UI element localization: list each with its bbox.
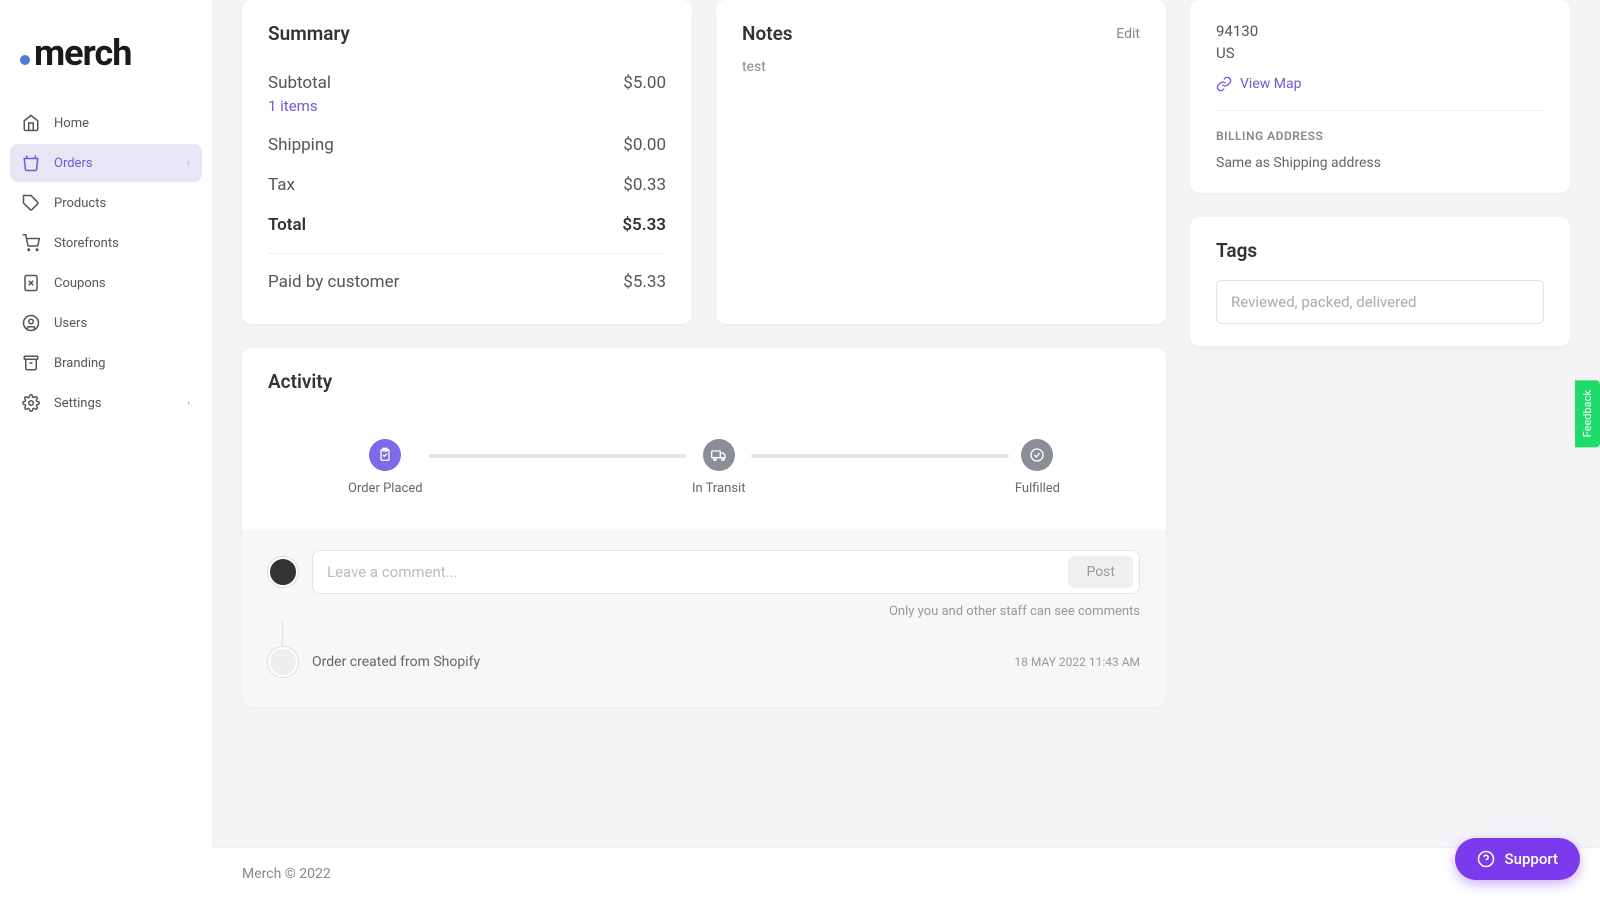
log-date: 18 MAY 2022 11:43 AM [1014, 655, 1140, 669]
tag-icon [22, 194, 40, 212]
paid-value: $5.33 [623, 272, 666, 292]
tags-title: Tags [1216, 239, 1544, 262]
comment-area: Post Only you and other staff can see co… [242, 530, 1166, 707]
step-label: Order Placed [348, 481, 423, 496]
home-icon [22, 114, 40, 132]
address-country: US [1216, 44, 1544, 62]
sidebar-item-home[interactable]: Home [10, 104, 202, 142]
notes-body: test [742, 59, 1140, 75]
summary-card: Summary Subtotal 1 items $5.00 Shipping [242, 0, 692, 324]
bag-icon [22, 154, 40, 172]
sidebar-item-label: Users [54, 316, 87, 331]
receipt-icon [22, 274, 40, 292]
notes-card: Notes Edit test [716, 0, 1166, 324]
archive-icon [22, 354, 40, 372]
sidebar-item-branding[interactable]: Branding [10, 344, 202, 382]
footer-text: Merch © 2022 [242, 866, 331, 882]
sidebar-item-label: Home [54, 116, 89, 131]
address-card: 94130 US View Map BILLING ADDRESS Same a… [1190, 0, 1570, 193]
support-label: Support [1505, 850, 1558, 868]
total-value: $5.33 [622, 215, 666, 235]
step-in-transit: In Transit [692, 439, 746, 496]
truck-icon [703, 439, 735, 471]
cart-icon [22, 234, 40, 252]
logo-dot-icon [20, 55, 30, 65]
log-text: Order created from Shopify [312, 654, 480, 670]
logo-text: merch [34, 32, 131, 74]
footer: Merch © 2022 [212, 847, 1600, 900]
sidebar-item-orders[interactable]: Orders › [10, 144, 202, 182]
sidebar-item-label: Storefronts [54, 236, 119, 251]
billing-text: Same as Shipping address [1216, 155, 1544, 171]
view-map-link[interactable]: View Map [1216, 76, 1544, 111]
comment-input-wrap: Post [312, 550, 1140, 594]
step-fulfilled: Fulfilled [1015, 439, 1060, 496]
step-label: Fulfilled [1015, 481, 1060, 496]
tags-input[interactable] [1216, 280, 1544, 324]
tags-card: Tags [1190, 217, 1570, 346]
check-circle-icon [1021, 439, 1053, 471]
sidebar: merch Home Orders › Products Storefronts… [0, 0, 212, 900]
feedback-tab[interactable]: Feedback [1575, 380, 1600, 447]
sidebar-item-products[interactable]: Products [10, 184, 202, 222]
total-label: Total [268, 215, 306, 235]
sidebar-item-users[interactable]: Users [10, 304, 202, 342]
notes-title: Notes [742, 22, 793, 45]
comment-hint: Only you and other staff can see comment… [268, 604, 1140, 619]
address-postal: 94130 [1216, 22, 1544, 40]
gear-icon [22, 394, 40, 412]
subtotal-label: Subtotal [268, 73, 331, 93]
avatar [268, 647, 298, 677]
support-button[interactable]: Support [1455, 838, 1580, 880]
shipping-label: Shipping [268, 135, 334, 155]
notes-edit-button[interactable]: Edit [1116, 26, 1140, 42]
divider [268, 253, 666, 254]
link-icon [1216, 76, 1232, 92]
sidebar-item-coupons[interactable]: Coupons [10, 264, 202, 302]
chevron-right-icon: › [187, 158, 190, 169]
shipping-value: $0.00 [623, 135, 666, 155]
sidebar-item-label: Products [54, 196, 106, 211]
sidebar-item-settings[interactable]: Settings › [10, 384, 202, 422]
step-label: In Transit [692, 481, 746, 496]
view-map-label: View Map [1240, 76, 1301, 92]
subtotal-value: $5.00 [623, 73, 666, 115]
activity-log-row: Order created from Shopify 18 MAY 2022 1… [268, 647, 1140, 687]
step-connector [751, 454, 1008, 458]
comment-input[interactable] [327, 555, 1068, 589]
activity-title: Activity [268, 370, 1140, 393]
billing-heading: BILLING ADDRESS [1216, 129, 1544, 143]
step-connector [429, 454, 686, 458]
help-icon [1477, 850, 1495, 868]
step-order-placed: Order Placed [348, 439, 423, 496]
user-icon [22, 314, 40, 332]
tax-label: Tax [268, 175, 295, 195]
summary-title: Summary [268, 22, 666, 45]
sidebar-item-label: Coupons [54, 276, 106, 291]
clipboard-icon [369, 439, 401, 471]
activity-stepper: Order Placed In Transit Fulfilled [268, 411, 1140, 530]
activity-card: Activity Order Placed In Transit [242, 348, 1166, 707]
chevron-right-icon: › [187, 398, 190, 409]
paid-label: Paid by customer [268, 272, 399, 292]
avatar [268, 557, 298, 587]
tax-value: $0.33 [623, 175, 666, 195]
sidebar-item-storefronts[interactable]: Storefronts [10, 224, 202, 262]
post-button[interactable]: Post [1068, 556, 1133, 588]
items-link[interactable]: 1 items [268, 97, 331, 115]
sidebar-item-label: Branding [54, 356, 105, 371]
sidebar-item-label: Settings [54, 396, 101, 411]
logo[interactable]: merch [10, 20, 202, 104]
sidebar-item-label: Orders [54, 156, 93, 171]
